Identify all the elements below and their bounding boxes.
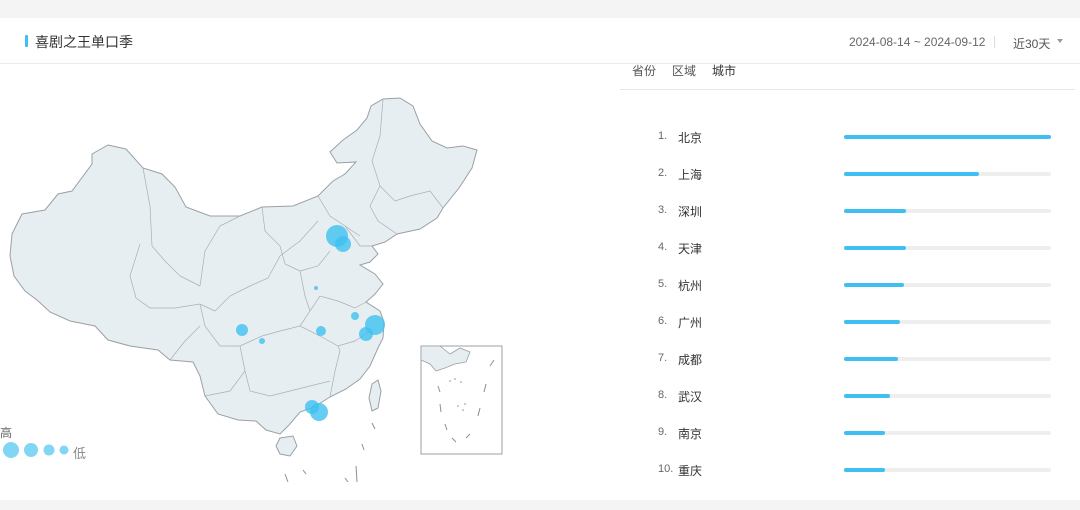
rank-bar-fill xyxy=(844,468,886,472)
ranking-row: 8. 武汉 xyxy=(620,386,1080,406)
rank-bar-fill xyxy=(844,172,979,176)
rank-bar-fill xyxy=(844,283,905,287)
rank-city-name: 成都 xyxy=(678,353,703,367)
china-mainland xyxy=(9,97,478,435)
rank-bar-fill xyxy=(844,135,1051,139)
rank-bar-track xyxy=(844,172,1051,176)
rank-number: 6. xyxy=(658,315,668,327)
legend-bubbles xyxy=(3,442,69,458)
bubble-wuhan xyxy=(316,326,326,336)
rank-number: 8. xyxy=(658,389,668,401)
rank-bar-fill xyxy=(844,209,907,213)
rank-bar-track xyxy=(844,283,1051,287)
rank-bar-track xyxy=(844,468,1051,472)
rank-city-name: 南京 xyxy=(678,427,703,441)
rank-city-name: 上海 xyxy=(678,168,703,182)
ranking-row: 7. 成都 xyxy=(620,349,1080,369)
china-map-svg xyxy=(3,97,503,482)
ranking-row: 9. 南京 xyxy=(620,423,1080,443)
rank-bar-fill xyxy=(844,320,900,324)
rank-bar-track xyxy=(844,357,1051,361)
bubble-tianjin xyxy=(335,236,351,252)
rank-bar-track xyxy=(844,394,1051,398)
hainan-island xyxy=(275,435,298,457)
south-sea-dashes xyxy=(284,422,376,482)
bubble-chengdu xyxy=(236,324,248,336)
tab-city[interactable]: 城市 xyxy=(712,62,736,79)
rank-bar-track xyxy=(844,246,1051,250)
rank-bar-track xyxy=(844,431,1051,435)
rank-number: 10. xyxy=(658,463,674,475)
rank-number: 7. xyxy=(658,352,668,364)
ranking-row: 1. 北京 xyxy=(620,127,1080,147)
rank-bar-track xyxy=(844,135,1051,139)
ranking-row: 5. 杭州 xyxy=(620,275,1080,295)
rank-city-name: 北京 xyxy=(678,131,703,145)
rank-number: 1. xyxy=(658,130,668,142)
south-sea-inset xyxy=(420,345,503,455)
bubble-zhengzhou xyxy=(314,286,318,290)
bubble-hangzhou xyxy=(359,327,373,341)
rank-city-name: 深圳 xyxy=(678,205,703,219)
ranking-row: 10. 重庆 xyxy=(620,460,1080,480)
rank-bar-fill xyxy=(844,394,890,398)
legend-high-label: 高 xyxy=(0,426,13,440)
rank-number: 5. xyxy=(658,278,668,290)
rank-bar-fill xyxy=(844,357,898,361)
rank-number: 4. xyxy=(658,241,668,253)
rank-city-name: 武汉 xyxy=(678,390,703,404)
region-tabs: 省份 区域 城市 xyxy=(620,46,1075,90)
ranking-row: 4. 天津 xyxy=(620,238,1080,258)
city-ranking-list: 1. 北京 2. 上海 3. 深圳 4. 天津 5. 杭州 6. 广州 7. 成都 8. 武汉 9. 南京 10. 重… xyxy=(620,100,1080,478)
ranking-row: 6. 广州 xyxy=(620,312,1080,332)
bubble-chongqing xyxy=(259,338,265,344)
ranking-row: 3. 深圳 xyxy=(620,201,1080,221)
tab-province[interactable]: 省份 xyxy=(632,62,656,79)
rank-city-name: 重庆 xyxy=(678,464,703,478)
china-map: 高 低 xyxy=(0,46,620,482)
legend-low-label: 低 xyxy=(73,446,87,461)
ranking-row: 2. 上海 xyxy=(620,164,1080,184)
rank-bar-fill xyxy=(844,246,907,250)
rank-number: 3. xyxy=(658,204,668,216)
bubble-guangzhou xyxy=(305,400,319,414)
tab-region[interactable]: 区域 xyxy=(672,62,696,79)
rank-bar-fill xyxy=(844,431,886,435)
bubble-nanjing xyxy=(351,312,359,320)
rank-city-name: 杭州 xyxy=(678,279,703,293)
rank-city-name: 天津 xyxy=(678,242,703,256)
chevron-down-icon[interactable] xyxy=(1057,39,1063,43)
rank-bar-track xyxy=(844,209,1051,213)
rank-bar-track xyxy=(844,320,1051,324)
taiwan-island xyxy=(368,379,382,412)
rank-city-name: 广州 xyxy=(678,316,703,330)
rank-number: 2. xyxy=(658,167,668,179)
rank-number: 9. xyxy=(658,426,668,438)
